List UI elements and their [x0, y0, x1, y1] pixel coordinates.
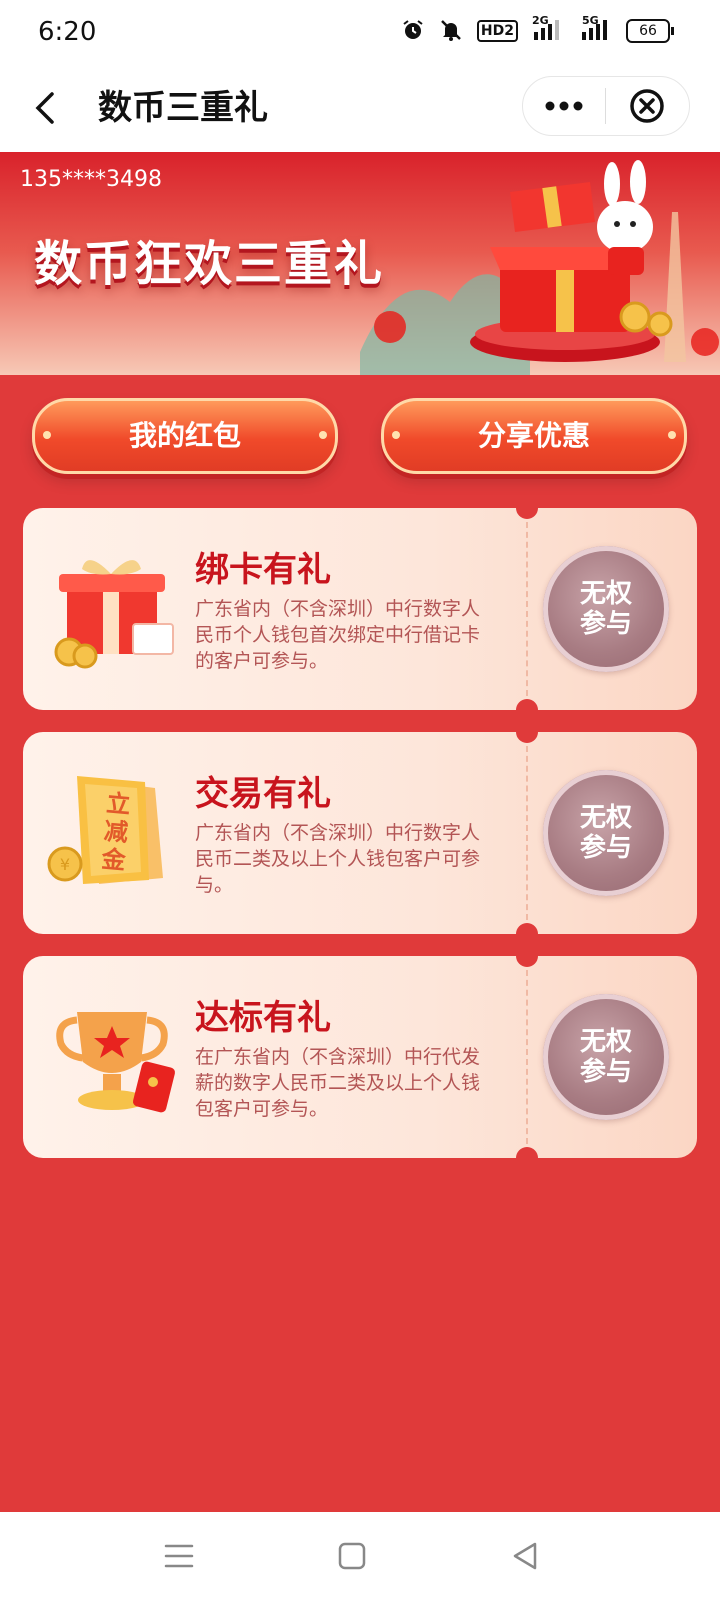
home-button[interactable] [329, 1534, 375, 1578]
share-offer-button[interactable]: 分享优惠 [381, 398, 687, 474]
join-button[interactable]: 无权 参与 [543, 770, 669, 896]
join-button[interactable]: 无权 参与 [543, 994, 669, 1120]
gift-box-icon [54, 560, 174, 669]
banner-title: 数币狂欢三重礼 [34, 236, 385, 292]
triangle-back-icon [513, 1542, 537, 1570]
back-button[interactable] [26, 84, 66, 132]
net2-label: 5G [582, 14, 599, 27]
promo-banner: 135****3498 数币狂欢三重礼 [0, 152, 720, 375]
more-dots-icon [545, 101, 583, 111]
card-notch [516, 956, 538, 967]
card-divider [526, 970, 528, 1144]
status-icons: HD2 2G 5G 66 [401, 14, 674, 44]
page-title: 数币三重礼 [98, 88, 268, 128]
join-button-label: 无权 参与 [576, 803, 636, 863]
card-title: 交易有礼 [195, 774, 331, 814]
alarm-icon [401, 18, 425, 44]
card-divider [526, 522, 528, 696]
recent-apps-button[interactable] [156, 1534, 202, 1578]
status-bar: 6:20 HD2 2G 5G 66 [0, 0, 720, 64]
button-ornament [392, 431, 400, 439]
signal-5g-icon: 5G [576, 14, 612, 44]
system-navigation-bar [0, 1512, 720, 1600]
net1-label: 2G [532, 14, 549, 27]
title-bar: 数币三重礼 [0, 64, 720, 152]
card-notch [516, 732, 538, 743]
chevron-left-icon [35, 92, 54, 124]
close-circle-icon [630, 89, 664, 123]
card-description: 广东省内（不含深圳）中行数字人民币二类及以上个人钱包客户可参与。 [195, 822, 481, 896]
card-divider [526, 746, 528, 920]
more-button[interactable] [523, 77, 605, 135]
user-phone: 135****3498 [20, 167, 162, 192]
card-description: 广东省内（不含深圳）中行数字人民币个人钱包首次绑定中行借记卡的客户可参与。 [195, 598, 481, 672]
join-label-line1: 无权 [579, 579, 632, 609]
my-red-packet-button[interactable]: 我的红包 [32, 398, 338, 474]
join-button[interactable]: 无权 参与 [543, 546, 669, 672]
card-notch [516, 1147, 538, 1158]
join-label-line2: 参与 [579, 609, 632, 639]
gift-box-illustration [360, 160, 719, 375]
join-button-label: 无权 参与 [576, 579, 636, 639]
card-title: 绑卡有礼 [195, 550, 331, 590]
svg-text:¥: ¥ [60, 855, 70, 874]
my-red-packet-label: 我的红包 [128, 419, 241, 452]
card-target: 达标有礼 在广东省内（不含深圳）中行代发薪的数字人民币二类及以上个人钱包客户可参… [23, 956, 697, 1158]
signal-2g-icon: 2G [532, 14, 562, 44]
trophy-icon [56, 1012, 175, 1113]
system-back-button[interactable] [503, 1534, 549, 1578]
mini-program-capsule [522, 76, 690, 136]
join-label-line1: 无权 [579, 803, 632, 833]
button-ornament [43, 431, 51, 439]
close-button[interactable] [606, 77, 688, 135]
card-bind-card: 绑卡有礼 广东省内（不含深圳）中行数字人民币个人钱包首次绑定中行借记卡的客户可参… [23, 508, 697, 710]
card-transaction: ¥ 立减金 交易有礼 广东省内（不含深圳）中行数字人民币二类及以上个人钱包客户可… [23, 732, 697, 934]
status-time: 6:20 [38, 17, 97, 47]
join-label-line2: 参与 [579, 1057, 632, 1087]
card-notch [516, 699, 538, 710]
join-label-line2: 参与 [579, 833, 632, 863]
battery-icon: 66 [626, 19, 674, 43]
square-icon [338, 1542, 366, 1570]
menu-icon [164, 1544, 194, 1568]
card-notch [516, 923, 538, 934]
share-offer-label: 分享优惠 [477, 419, 590, 452]
join-button-label: 无权 参与 [576, 1027, 636, 1087]
discount-ticket-icon: ¥ 立减金 [37, 768, 177, 898]
card-notch [516, 508, 538, 519]
card-title: 达标有礼 [195, 998, 331, 1038]
button-ornament [668, 431, 676, 439]
join-label-line1: 无权 [579, 1027, 632, 1057]
hd-icon: HD2 [476, 20, 518, 42]
card-description: 在广东省内（不含深圳）中行代发薪的数字人民币二类及以上个人钱包客户可参与。 [195, 1046, 481, 1120]
mute-icon [439, 18, 463, 44]
button-ornament [319, 431, 327, 439]
